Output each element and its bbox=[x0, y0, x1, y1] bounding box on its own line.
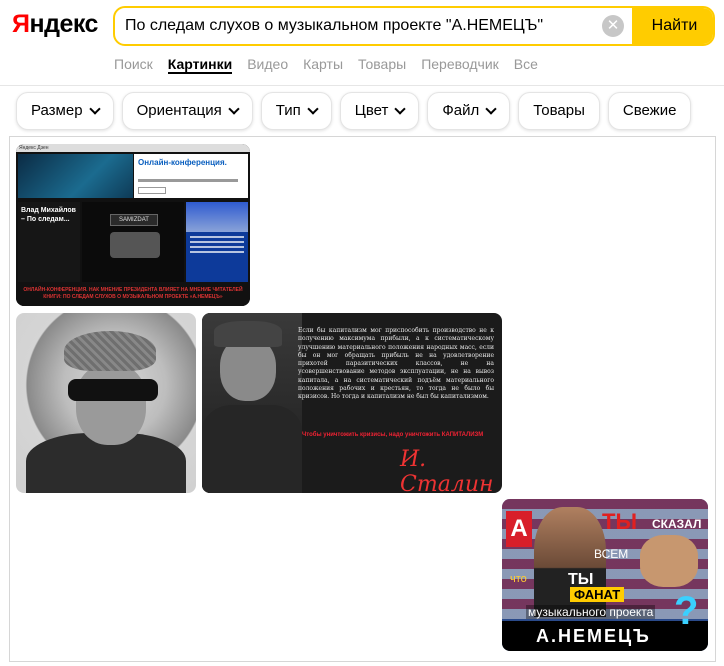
clear-search-icon[interactable]: ✕ bbox=[602, 15, 624, 37]
poster-word-music: музыкального проекта bbox=[526, 605, 656, 619]
poster-word-ty: ТЫ bbox=[602, 509, 637, 534]
filter-size-label: Размер bbox=[31, 102, 83, 119]
filter-type-label: Тип bbox=[275, 102, 301, 119]
nav-maps[interactable]: Карты bbox=[303, 56, 343, 74]
filter-products-label: Товары bbox=[533, 102, 585, 119]
quote-figure-uniform bbox=[202, 405, 302, 493]
nav-search[interactable]: Поиск bbox=[114, 56, 153, 74]
filter-orientation-label: Ориентация bbox=[136, 102, 222, 119]
thumb-caption: ОНЛАЙН-КОНФЕРЕНЦИЯ. НАК МНЕНИЕ ПРЕЗИДЕНТ… bbox=[16, 284, 250, 306]
thumb-card-right-photo bbox=[186, 202, 248, 232]
thumb-samizdat-logo: SAMIZDAT bbox=[110, 214, 158, 226]
portrait-face bbox=[76, 365, 146, 445]
thumb-card-right bbox=[186, 202, 248, 282]
quote-signature: И. Сталин bbox=[400, 447, 494, 493]
poster-word-skazal: СКАЗАЛ bbox=[652, 517, 702, 531]
filter-fresh[interactable]: Свежие bbox=[607, 92, 692, 130]
filter-file[interactable]: Файл bbox=[427, 92, 511, 130]
quote-red-text: Чтобы уничтожить кризисы, надо уничтожит… bbox=[302, 432, 484, 438]
header-divider bbox=[0, 85, 724, 86]
quote-figure-cap bbox=[214, 321, 282, 347]
nav-products[interactable]: Товары bbox=[358, 56, 406, 74]
search-button[interactable]: Найти bbox=[632, 8, 713, 44]
thumb-banner bbox=[18, 154, 133, 198]
filter-bar: Размер Ориентация Тип Цвет Файл Товары С… bbox=[16, 92, 699, 130]
yandex-logo[interactable]: Яндекс bbox=[12, 10, 98, 39]
result-thumbnail-quote[interactable]: Если бы капитализм мог приспособить прои… bbox=[202, 313, 502, 493]
filter-orientation[interactable]: Ориентация bbox=[121, 92, 253, 130]
nav-video[interactable]: Видео bbox=[247, 56, 288, 74]
thumb-white-panel: Онлайн-конференция. bbox=[134, 154, 248, 198]
thumb-card-left: Влад Михайлов – По следам... bbox=[18, 202, 80, 282]
filter-size[interactable]: Размер bbox=[16, 92, 114, 130]
poster-pointing-hand bbox=[640, 535, 698, 587]
thumb-panel-text bbox=[138, 179, 238, 182]
thumb-card-left-title: Влад Михайлов – По следам... bbox=[21, 207, 76, 223]
result-thumbnail-poster[interactable]: А ТЫ СКАЗАЛ ВСЕМ что ТЫ ФАНАТ музыкально… bbox=[502, 499, 708, 651]
quote-text: Если бы капитализм мог приспособить прои… bbox=[298, 327, 494, 401]
search-input[interactable] bbox=[125, 8, 595, 44]
filter-type[interactable]: Тип bbox=[260, 92, 332, 130]
thumb-panel-button bbox=[138, 187, 166, 194]
chevron-down-icon bbox=[485, 102, 497, 115]
header: Яндекс ✕ Найти Поиск Картинки Видео Карт… bbox=[0, 0, 724, 86]
poster-word-fanat: ФАНАТ bbox=[570, 587, 625, 602]
search-box: ✕ Найти bbox=[113, 6, 715, 46]
poster-a-badge: А bbox=[506, 511, 532, 547]
filter-fresh-label: Свежие bbox=[622, 102, 677, 119]
thumb-card-right-text bbox=[190, 236, 244, 254]
thumb-topbar: Яндекс Дзен bbox=[16, 144, 250, 152]
nav-translator[interactable]: Переводчик bbox=[421, 56, 499, 74]
chevron-down-icon bbox=[394, 102, 407, 115]
filter-file-label: Файл bbox=[442, 102, 480, 119]
result-thumbnail-portrait[interactable] bbox=[16, 313, 196, 493]
thumb-card-mid: SAMIZDAT bbox=[82, 202, 184, 282]
thumb-tank-image bbox=[110, 232, 160, 258]
quote-figure bbox=[202, 313, 302, 493]
chevron-down-icon bbox=[307, 102, 319, 115]
portrait-cap bbox=[64, 331, 156, 371]
chevron-down-icon bbox=[228, 102, 240, 115]
result-thumbnail-conference[interactable]: Яндекс Дзен Онлайн-конференция. Влад Мих… bbox=[16, 144, 250, 306]
poster-word-vsem: ВСЕМ bbox=[594, 547, 629, 561]
filter-color-label: Цвет bbox=[354, 102, 389, 119]
search-nav: Поиск Картинки Видео Карты Товары Перево… bbox=[114, 56, 553, 74]
poster-question-mark: ? bbox=[674, 589, 699, 633]
logo-first-letter: Я bbox=[12, 10, 30, 38]
nav-images[interactable]: Картинки bbox=[167, 56, 233, 74]
thumb-panel-title: Онлайн-конференция. bbox=[138, 158, 227, 167]
chevron-down-icon bbox=[88, 102, 101, 115]
filter-color[interactable]: Цвет bbox=[339, 92, 420, 130]
poster-word-chto: что bbox=[510, 573, 527, 585]
filter-products[interactable]: Товары bbox=[518, 92, 600, 130]
logo-rest: ндекс bbox=[29, 10, 98, 38]
nav-all[interactable]: Все bbox=[514, 56, 538, 74]
portrait-sunglasses bbox=[68, 379, 158, 401]
